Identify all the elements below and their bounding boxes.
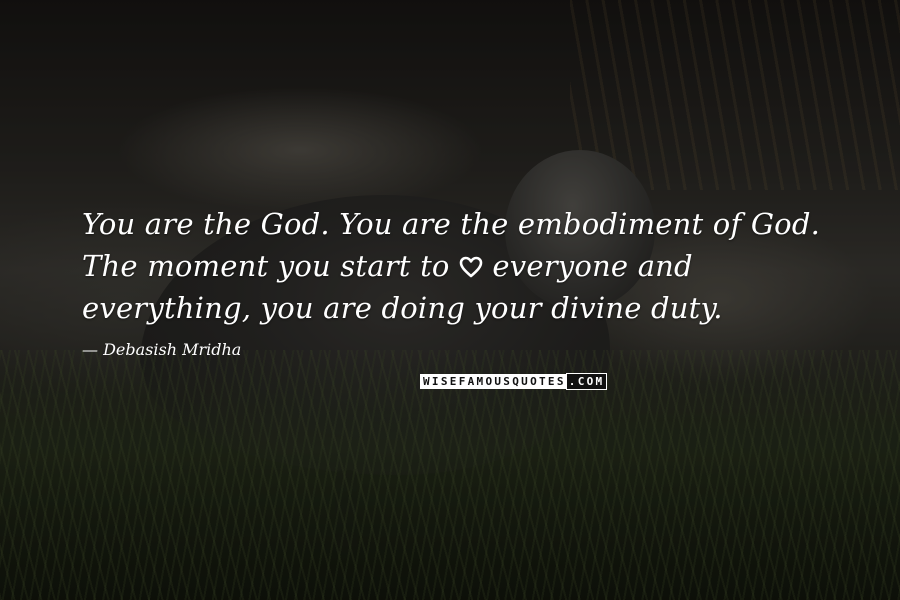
watermark-part-2: .COM bbox=[565, 373, 608, 390]
author-label: Debasish Mridha bbox=[103, 340, 242, 359]
watermark-logo: WISEFAMOUSQUOTES .COM bbox=[420, 373, 608, 390]
watermark-part-1: WISEFAMOUSQUOTES bbox=[420, 374, 566, 389]
heart-icon bbox=[459, 256, 483, 278]
quote-part-1: You are the God. You are the embodiment … bbox=[82, 207, 821, 283]
quote-text: You are the God. You are the embodiment … bbox=[82, 203, 842, 329]
author-name: — Debasish Mridha bbox=[82, 340, 242, 359]
